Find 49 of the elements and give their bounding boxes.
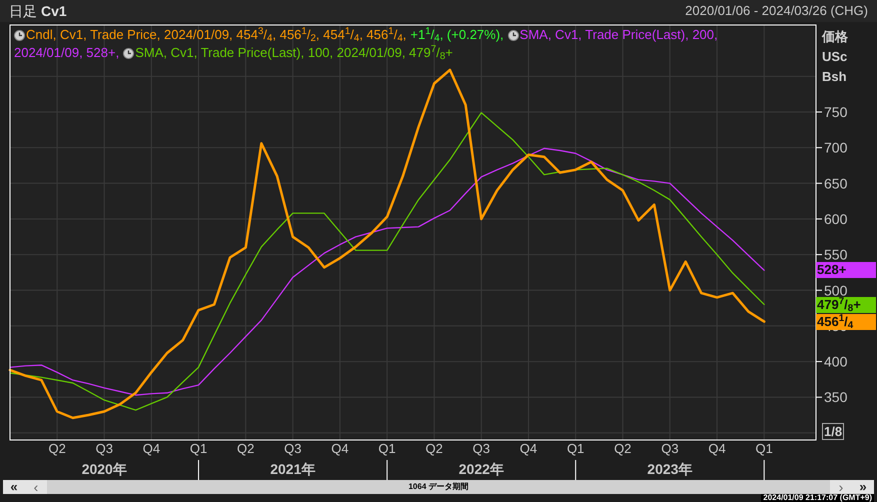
x-axis-label: Q1 xyxy=(566,441,584,456)
y-axis-label: 350 xyxy=(824,389,848,406)
y-axis-label: 600 xyxy=(824,210,848,227)
year-label: 2023年 xyxy=(647,461,692,477)
x-axis-label: Q4 xyxy=(142,441,160,456)
y-axis-label: 700 xyxy=(824,140,848,156)
axis-unit-label: USc xyxy=(822,48,848,66)
legend-text: SMA, Cv1, Trade Price(Last), 200, xyxy=(520,26,718,44)
year-label: 2021年 xyxy=(270,461,316,477)
date-range: 2020/01/06 - 2024/03/26 (CHG) xyxy=(685,2,868,20)
fraction-label: 1/8 xyxy=(822,423,844,440)
x-axis-label: Q3 xyxy=(284,441,302,456)
legend-text: +1$^{1}$/$_{4}$, (+0.27%), xyxy=(410,26,504,44)
year-label: 2022年 xyxy=(458,461,504,477)
y-axis-label: 550 xyxy=(824,246,848,263)
year-label: 2020年 xyxy=(82,461,127,477)
x-axis-label: Q4 xyxy=(520,441,538,456)
x-axis-label: Q2 xyxy=(426,441,443,456)
y-axis-label: 400 xyxy=(824,354,848,370)
status-timestamp: 2024/01/09 21:17:07 (GMT+9) xyxy=(761,494,874,502)
legend-text: SMA, Cv1, Trade Price(Last), 100, 2024/01/09, 479$^{7}$/$_{8}$+ xyxy=(135,44,453,62)
x-axis-label: Q4 xyxy=(708,441,726,456)
scroll-forward-button[interactable]: › xyxy=(830,480,852,494)
x-axis-label: Q2 xyxy=(237,441,254,456)
x-axis-label: Q4 xyxy=(331,441,349,456)
y-axis-label: 500 xyxy=(824,282,848,298)
axis-unit-label: 価格 xyxy=(822,28,848,46)
x-axis-label: Q3 xyxy=(472,441,490,456)
scroll-range-label: 1064 データ期間 xyxy=(408,482,469,492)
scroll-track[interactable]: 1064 データ期間 xyxy=(47,480,830,494)
axis-unit-label: Bsh xyxy=(822,68,848,86)
x-axis-label: Q3 xyxy=(661,441,679,456)
scroll-last-button[interactable]: » xyxy=(852,480,874,494)
x-axis-label: Q3 xyxy=(96,441,113,456)
x-axis-label: Q1 xyxy=(378,441,396,456)
chart-symbol: Cv1 xyxy=(41,2,67,20)
x-axis-label: Q1 xyxy=(190,441,208,456)
chart-period: 日足 xyxy=(9,2,37,20)
price-tag: 479$^{7}$/$_{8}$+ xyxy=(816,296,876,313)
legend-text: Cndl, Cv1, Trade Price, 2024/01/09, 454$^{3}$/$_{4}$, 456$^{1}$/$_{2}$, 454$^{1}$/$_{4}$, 456$^{1}$/$_{4}$, xyxy=(26,26,406,44)
y-axis-label: 650 xyxy=(824,175,848,192)
scroll-first-button[interactable]: « xyxy=(3,480,25,494)
y-axis-label: 750 xyxy=(824,104,848,120)
scroll-back-button[interactable]: ‹ xyxy=(25,480,47,494)
price-tag: 528+ xyxy=(816,262,876,278)
x-axis-label: Q2 xyxy=(614,441,632,456)
x-axis-label: Q1 xyxy=(755,441,773,456)
legend-text: 2024/01/09, 528+, xyxy=(14,44,120,62)
x-axis-label: Q2 xyxy=(48,441,66,456)
